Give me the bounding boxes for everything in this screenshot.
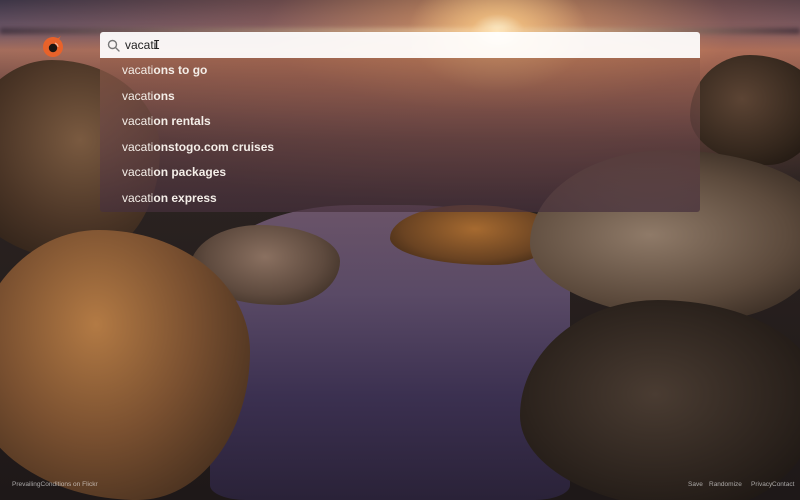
suggestion-item[interactable]: vacationstogo.com cruises	[100, 135, 700, 161]
rock	[0, 230, 250, 500]
suggestion-typed: vacati	[122, 88, 154, 103]
suggestion-completion: onstogo.com cruises	[153, 139, 275, 154]
new-tab-page: I vacations to go vacations vacation ren…	[0, 0, 800, 500]
text-cursor-icon: I	[153, 38, 161, 52]
search-input[interactable]	[125, 35, 665, 55]
suggestion-typed: vacati	[122, 114, 154, 129]
suggestion-completion: on packages	[153, 165, 227, 180]
suggestion-item[interactable]: vacation express	[100, 186, 700, 212]
suggestion-completion: on rentals	[153, 114, 211, 129]
save-link[interactable]: Save	[688, 481, 703, 488]
suggestion-typed: vacati	[122, 165, 154, 180]
search-icon	[105, 37, 121, 53]
contact-link[interactable]: Contact	[772, 481, 794, 488]
suggestion-typed: vacati	[122, 63, 154, 77]
suggestion-completion: ons to go	[153, 63, 208, 77]
randomize-link[interactable]: Randomize	[709, 481, 742, 488]
suggestion-item[interactable]: vacation packages	[100, 160, 700, 186]
suggestion-completion: ons	[153, 88, 175, 103]
suggestion-item[interactable]: vacations to go	[100, 58, 700, 84]
suggestion-list: vacations to go vacations vacation renta…	[100, 58, 700, 212]
flame-logo-icon[interactable]	[40, 33, 66, 59]
suggestion-item[interactable]: vacations	[100, 84, 700, 110]
suggestion-completion: on express	[153, 190, 217, 205]
suggestion-item[interactable]: vacation rentals	[100, 109, 700, 135]
search-box[interactable]	[100, 32, 700, 58]
suggestion-typed: vacati	[122, 190, 154, 205]
photo-credit-link[interactable]: PrevailingConditions on Flickr	[12, 481, 98, 488]
suggestion-typed: vacati	[122, 139, 154, 154]
privacy-link[interactable]: Privacy	[751, 481, 772, 488]
